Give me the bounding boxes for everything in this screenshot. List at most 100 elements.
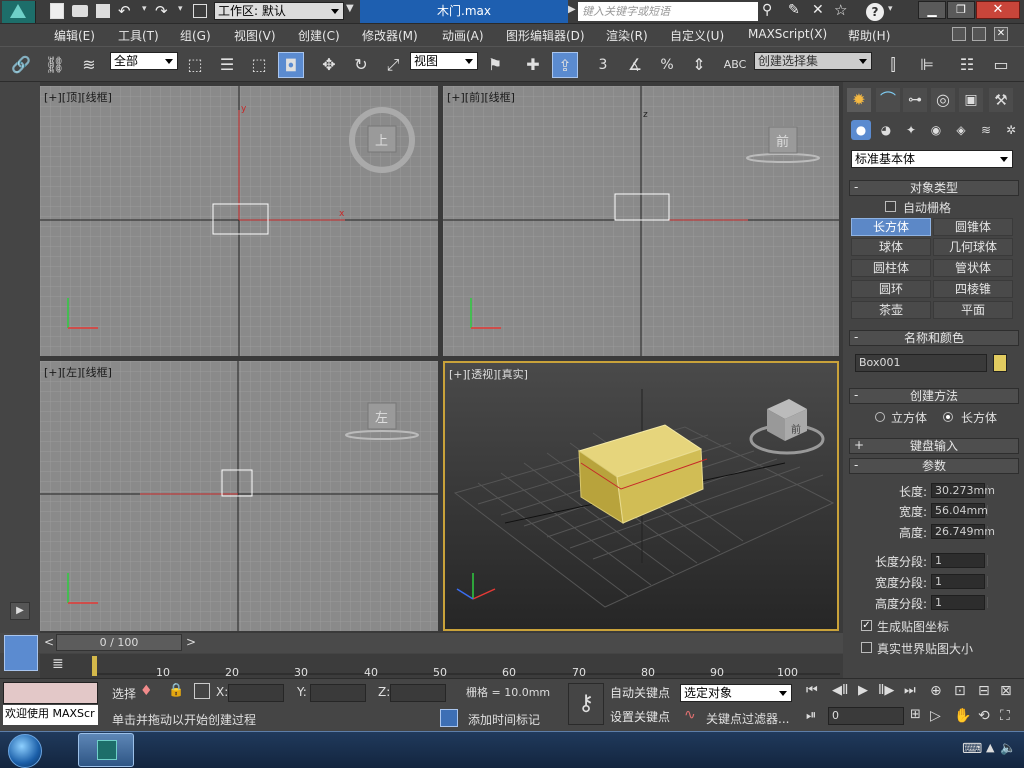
selected-object-dropdown[interactable]: 选定对象 bbox=[680, 684, 792, 702]
align-icon[interactable]: ⊫ bbox=[914, 52, 940, 78]
taskbar-3dsmax-icon[interactable] bbox=[78, 733, 134, 767]
gen-map-checkbox[interactable]: ✓ bbox=[861, 620, 872, 631]
box-radio[interactable] bbox=[943, 412, 953, 422]
object-name-input[interactable]: Box001 bbox=[855, 354, 987, 372]
pan-icon[interactable]: ✋ bbox=[954, 708, 971, 724]
category-dropdown[interactable]: 标准基本体 bbox=[851, 150, 1013, 168]
viewport-left[interactable]: [+][左][线框] 左 bbox=[40, 361, 438, 631]
rollout-keyboard-entry[interactable]: + 键盘输入 bbox=[849, 438, 1019, 454]
time-slider[interactable]: < 0 / 100 > bbox=[0, 633, 843, 671]
window-crossing-icon[interactable]: ◘ bbox=[278, 52, 304, 78]
menu-views[interactable]: 视图(V) bbox=[234, 27, 276, 44]
cube-radio[interactable] bbox=[875, 412, 885, 422]
angle-snap-icon[interactable]: ∡ bbox=[622, 52, 648, 78]
display-tab-icon[interactable]: ▣ bbox=[959, 88, 983, 112]
keyboard-shortcut-icon[interactable]: ⇪ bbox=[552, 52, 578, 78]
width-segs-spinner[interactable]: 1 bbox=[931, 574, 988, 589]
rollout-name-color[interactable]: - 名称和颜色 bbox=[849, 330, 1019, 346]
viewport-left-label[interactable]: [+][左][线框] bbox=[44, 364, 112, 380]
close-button[interactable]: ✕ bbox=[976, 1, 1020, 19]
layer-manager-icon[interactable]: ☷ bbox=[954, 52, 980, 78]
track-bar[interactable]: ≣ 10 20 30 40 50 60 70 80 90 100 bbox=[40, 654, 843, 679]
menu-modifiers[interactable]: 修改器(M) bbox=[362, 27, 418, 44]
communication-icon[interactable]: ✕ bbox=[812, 2, 824, 18]
menu-customize[interactable]: 自定义(U) bbox=[670, 27, 724, 44]
rollout-creation-method[interactable]: - 创建方法 bbox=[849, 388, 1019, 404]
tray-expand-icon[interactable]: ▲ bbox=[986, 741, 994, 754]
project-folder-icon[interactable] bbox=[193, 4, 207, 18]
create-tab-icon[interactable]: ✹ bbox=[847, 88, 871, 112]
viewcube-persp-label[interactable]: 前 bbox=[791, 421, 801, 436]
zoom-icon[interactable]: ⊕ bbox=[930, 683, 942, 699]
keyboard-tray-icon[interactable]: ⌨ bbox=[962, 741, 982, 757]
select-object-icon[interactable]: ⬚ bbox=[182, 52, 208, 78]
app-logo-icon[interactable] bbox=[2, 1, 36, 23]
mirror-icon[interactable]: ⫿ bbox=[880, 52, 906, 78]
systems-icon[interactable]: ✲ bbox=[1001, 120, 1021, 140]
real-world-checkbox[interactable] bbox=[861, 642, 872, 653]
link-icon[interactable]: 🔗 bbox=[8, 52, 34, 78]
expand-arrow-icon[interactable]: ▶ bbox=[10, 602, 30, 620]
key-filters-button[interactable]: 关键点过滤器... bbox=[706, 710, 789, 727]
cylinder-button[interactable]: 圆柱体 bbox=[851, 259, 931, 277]
y-coord-field[interactable] bbox=[310, 684, 366, 702]
unlink-icon[interactable]: ⛓ bbox=[42, 52, 68, 78]
x-coord-field[interactable] bbox=[228, 684, 284, 702]
menu-rendering[interactable]: 渲染(R) bbox=[606, 27, 648, 44]
viewport-perspective-label[interactable]: [+][透视][真实] bbox=[449, 366, 528, 382]
rollout-object-type[interactable]: - 对象类型 bbox=[849, 180, 1019, 196]
height-spinner[interactable]: 26.749mm bbox=[931, 524, 995, 539]
orbit-icon[interactable]: ⟲ bbox=[978, 708, 990, 724]
modify-tab-icon[interactable]: ⌒ bbox=[876, 88, 900, 112]
key-mode-toggle-icon[interactable]: ⏯ bbox=[806, 708, 816, 723]
open-file-icon[interactable] bbox=[72, 5, 88, 17]
zoom-all-icon[interactable]: ⊡ bbox=[954, 683, 966, 699]
length-spinner[interactable]: 30.273mm bbox=[931, 483, 995, 498]
workspace-expand-icon[interactable]: ▼ bbox=[346, 3, 354, 14]
help-dropdown-icon[interactable]: ▾ bbox=[888, 4, 893, 14]
menu-animation[interactable]: 动画(A) bbox=[442, 27, 484, 44]
rotate-icon[interactable]: ↻ bbox=[348, 52, 374, 78]
viewcube-left-label[interactable]: 左 bbox=[375, 407, 388, 426]
search-expand-icon[interactable]: ▶ bbox=[568, 4, 576, 15]
auto-key-button[interactable]: 自动关键点 bbox=[610, 683, 676, 703]
undo-icon[interactable]: ↶ bbox=[118, 2, 131, 20]
redo-icon[interactable]: ↷ bbox=[155, 2, 168, 20]
time-config-icon[interactable]: ⊞ bbox=[910, 707, 921, 722]
play-icon[interactable]: ▶ bbox=[858, 683, 868, 698]
height-segs-spinner[interactable]: 1 bbox=[931, 595, 988, 610]
key-filter-icon[interactable]: ∿ bbox=[684, 707, 696, 723]
new-file-icon[interactable] bbox=[50, 3, 64, 19]
utilities-tab-icon[interactable]: ⚒ bbox=[989, 88, 1013, 112]
menu-close-icon[interactable]: ✕ bbox=[994, 27, 1008, 41]
field-of-view-icon[interactable]: ▷ bbox=[930, 708, 941, 724]
menu-edit[interactable]: 编辑(E) bbox=[54, 27, 95, 44]
lock-icon[interactable]: 🔒 bbox=[168, 683, 184, 698]
viewcube-front-label[interactable]: 前 bbox=[776, 131, 789, 150]
time-tag-icon[interactable] bbox=[440, 709, 458, 727]
viewport-layout-icon[interactable] bbox=[4, 635, 38, 671]
help-icon[interactable]: ? bbox=[866, 3, 884, 21]
redo-dropdown-icon[interactable]: ▾ bbox=[178, 4, 183, 14]
menu-restore-icon[interactable] bbox=[972, 27, 986, 41]
object-color-swatch[interactable] bbox=[993, 354, 1007, 372]
time-next-arrow-icon[interactable]: > bbox=[186, 635, 196, 649]
bind-spacewarp-icon[interactable]: ≋ bbox=[76, 52, 102, 78]
edit-named-selection-icon[interactable]: ABC bbox=[722, 52, 748, 78]
selection-filter-dropdown[interactable]: 全部 bbox=[110, 52, 178, 70]
box-button[interactable]: 长方体 bbox=[851, 218, 931, 236]
menu-tools[interactable]: 工具(T) bbox=[118, 27, 159, 44]
menu-help[interactable]: 帮助(H) bbox=[848, 27, 890, 44]
rollout-parameters[interactable]: - 参数 bbox=[849, 458, 1019, 474]
helpers-icon[interactable]: ◈ bbox=[951, 120, 971, 140]
lights-icon[interactable]: ✦ bbox=[901, 120, 921, 140]
viewport-top-label[interactable]: [+][顶][线框] bbox=[44, 89, 112, 105]
absolute-mode-icon[interactable] bbox=[194, 683, 210, 699]
z-coord-field[interactable] bbox=[390, 684, 446, 702]
menu-group[interactable]: 组(G) bbox=[180, 27, 211, 44]
plane-button[interactable]: 平面 bbox=[933, 301, 1013, 319]
add-time-tag-label[interactable]: 添加时间标记 bbox=[468, 711, 540, 728]
menu-graph-editors[interactable]: 图形编辑器(D) bbox=[506, 27, 585, 44]
reference-coord-dropdown[interactable]: 视图 bbox=[410, 52, 478, 70]
restore-button[interactable]: ❐ bbox=[947, 1, 975, 19]
